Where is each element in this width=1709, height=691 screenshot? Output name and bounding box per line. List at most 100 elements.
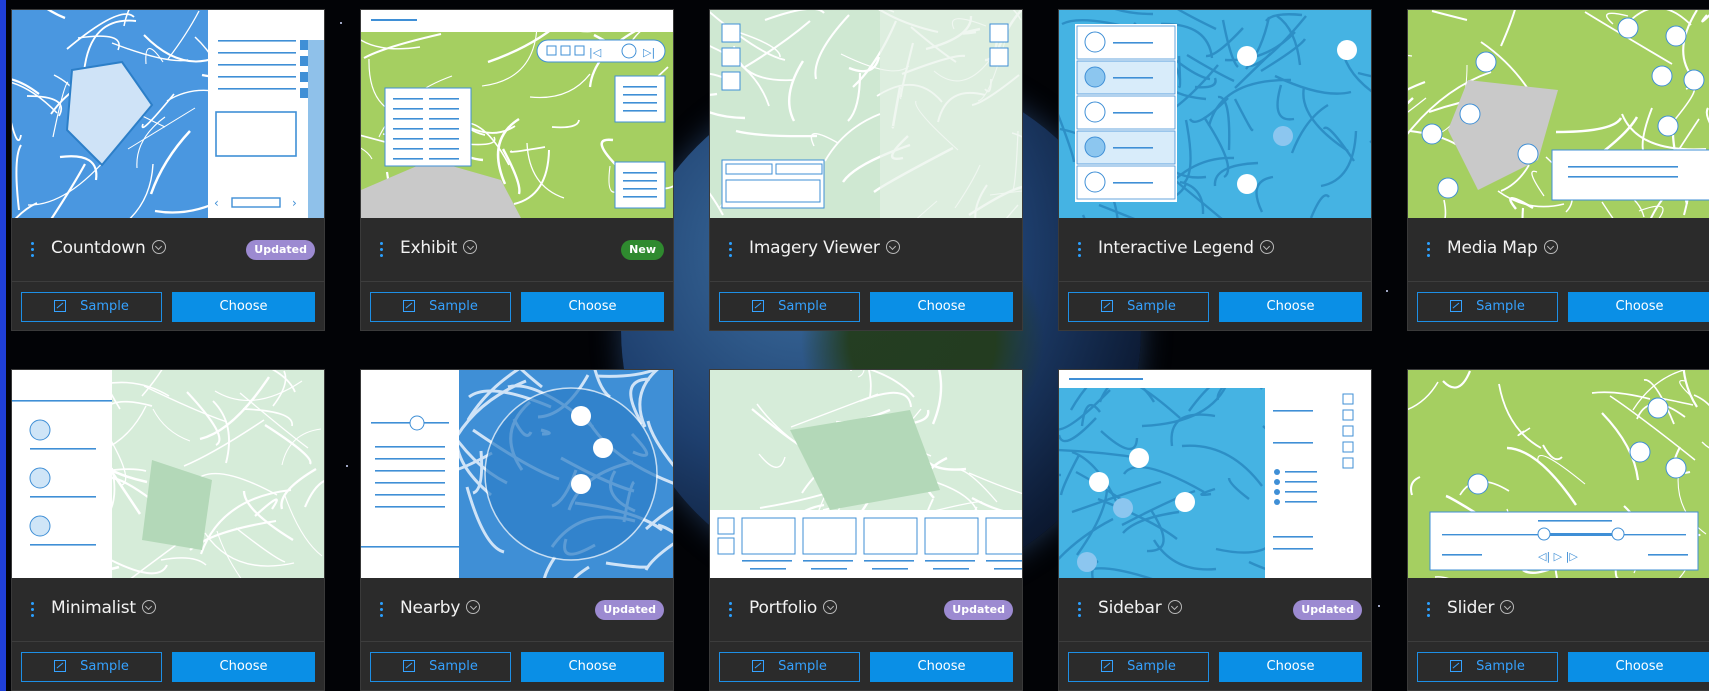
card-title-text: Portfolio	[749, 598, 818, 618]
choose-button[interactable]: Choose	[870, 652, 1013, 682]
card-title-row: Countdown Updated	[12, 218, 324, 282]
sample-button-label: Sample	[778, 299, 827, 314]
svg-text:▷|: ▷|	[643, 46, 655, 59]
chevron-down-icon[interactable]	[463, 240, 478, 254]
thumbnail-illustration	[1059, 370, 1371, 578]
more-options-icon[interactable]	[378, 240, 384, 260]
thumbnail-illustration	[710, 10, 1022, 218]
chevron-down-icon[interactable]	[141, 600, 156, 614]
image-icon	[1450, 660, 1463, 672]
card-title-text: Exhibit	[400, 238, 458, 258]
choose-button[interactable]: Choose	[1568, 652, 1709, 682]
template-card-imagery-viewer: Imagery Viewer Sample Choose	[710, 10, 1022, 330]
sample-button-label: Sample	[1127, 659, 1176, 674]
choose-button[interactable]: Choose	[172, 292, 315, 322]
template-card-nearby: Nearby Updated Sample Choose	[361, 370, 673, 690]
status-badge: New	[621, 240, 664, 260]
card-title-text: Interactive Legend	[1098, 238, 1254, 258]
choose-button[interactable]: Choose	[521, 292, 664, 322]
chevron-down-icon[interactable]	[1259, 240, 1274, 254]
image-icon	[54, 300, 67, 312]
more-options-icon[interactable]	[1076, 240, 1082, 260]
chevron-down-icon[interactable]	[466, 600, 481, 614]
sample-button[interactable]: Sample	[21, 292, 162, 322]
star	[1378, 605, 1380, 607]
template-thumbnail-interactive-legend[interactable]	[1059, 10, 1371, 218]
card-title-text: Minimalist	[51, 598, 136, 618]
sample-button[interactable]: Sample	[370, 292, 511, 322]
card-actions: Sample Choose	[1068, 292, 1362, 322]
card-actions: Sample Choose	[1068, 652, 1362, 682]
chevron-down-icon[interactable]	[1500, 600, 1515, 614]
sample-button-label: Sample	[1476, 299, 1525, 314]
template-thumbnail-minimalist[interactable]	[12, 370, 324, 578]
card-title-text: Slider	[1447, 598, 1495, 618]
choose-button[interactable]: Choose	[521, 652, 664, 682]
card-actions: Sample Choose	[1417, 292, 1709, 322]
card-title-row: Interactive Legend	[1059, 218, 1371, 282]
template-thumbnail-countdown[interactable]: ‹ ›	[12, 10, 324, 218]
choose-button[interactable]: Choose	[870, 292, 1013, 322]
card-actions: Sample Choose	[370, 652, 664, 682]
template-thumbnail-imagery-viewer[interactable]	[710, 10, 1022, 218]
template-card-countdown: ‹ › Countdown Updated Sample Choose	[12, 10, 324, 330]
template-thumbnail-slider[interactable]: ◁| ▷ |▷	[1408, 370, 1709, 578]
sample-button[interactable]: Sample	[719, 292, 860, 322]
sample-button[interactable]: Sample	[21, 652, 162, 682]
sample-button[interactable]: Sample	[1068, 652, 1209, 682]
svg-text:|◁: |◁	[589, 46, 602, 59]
sample-button-label: Sample	[429, 659, 478, 674]
card-title: Nearby	[400, 598, 481, 618]
status-badge: Updated	[944, 600, 1013, 620]
more-options-icon[interactable]	[1076, 600, 1082, 620]
more-options-icon[interactable]	[727, 600, 733, 620]
template-thumbnail-media-map[interactable]	[1408, 10, 1709, 218]
image-icon	[1450, 300, 1463, 312]
card-title: Countdown	[51, 238, 166, 258]
chevron-down-icon[interactable]	[1167, 600, 1182, 614]
more-options-icon[interactable]	[378, 600, 384, 620]
sample-button[interactable]: Sample	[1417, 652, 1558, 682]
more-options-icon[interactable]	[1425, 600, 1431, 620]
sample-button[interactable]: Sample	[370, 652, 511, 682]
choose-button[interactable]: Choose	[1219, 292, 1362, 322]
thumbnail-illustration: ◁| ▷ |▷	[1408, 370, 1709, 578]
star	[1386, 290, 1388, 292]
sample-button[interactable]: Sample	[1417, 292, 1558, 322]
svg-text:‹: ‹	[214, 196, 219, 210]
image-icon	[403, 660, 416, 672]
status-badge: Updated	[1293, 600, 1362, 620]
template-thumbnail-portfolio[interactable]	[710, 370, 1022, 578]
more-options-icon[interactable]	[1425, 240, 1431, 260]
thumbnail-illustration	[710, 370, 1022, 578]
image-icon	[403, 300, 416, 312]
template-thumbnail-sidebar[interactable]	[1059, 370, 1371, 578]
template-thumbnail-nearby[interactable]	[361, 370, 673, 578]
template-card-portfolio: Portfolio Updated Sample Choose	[710, 370, 1022, 690]
card-title: Sidebar	[1098, 598, 1182, 618]
card-title: Portfolio	[749, 598, 838, 618]
card-title-row: Imagery Viewer	[710, 218, 1022, 282]
more-options-icon[interactable]	[29, 600, 35, 620]
choose-button[interactable]: Choose	[172, 652, 315, 682]
card-actions: Sample Choose	[719, 652, 1013, 682]
template-card-minimalist: Minimalist Sample Choose	[12, 370, 324, 690]
choose-button[interactable]: Choose	[1568, 292, 1709, 322]
card-title-row: Nearby Updated	[361, 578, 673, 642]
chevron-down-icon[interactable]	[885, 240, 900, 254]
card-title-row: Portfolio Updated	[710, 578, 1022, 642]
more-options-icon[interactable]	[727, 240, 733, 260]
template-thumbnail-exhibit[interactable]: |◁ ▷|	[361, 10, 673, 218]
sample-button[interactable]: Sample	[1068, 292, 1209, 322]
choose-button[interactable]: Choose	[1219, 652, 1362, 682]
chevron-down-icon[interactable]	[151, 240, 166, 254]
chevron-down-icon[interactable]	[823, 600, 838, 614]
image-icon	[752, 300, 765, 312]
sample-button-label: Sample	[80, 299, 129, 314]
card-actions: Sample Choose	[1417, 652, 1709, 682]
more-options-icon[interactable]	[29, 240, 35, 260]
card-title-text: Imagery Viewer	[749, 238, 880, 258]
sample-button[interactable]: Sample	[719, 652, 860, 682]
chevron-down-icon[interactable]	[1543, 240, 1558, 254]
image-icon	[54, 660, 67, 672]
